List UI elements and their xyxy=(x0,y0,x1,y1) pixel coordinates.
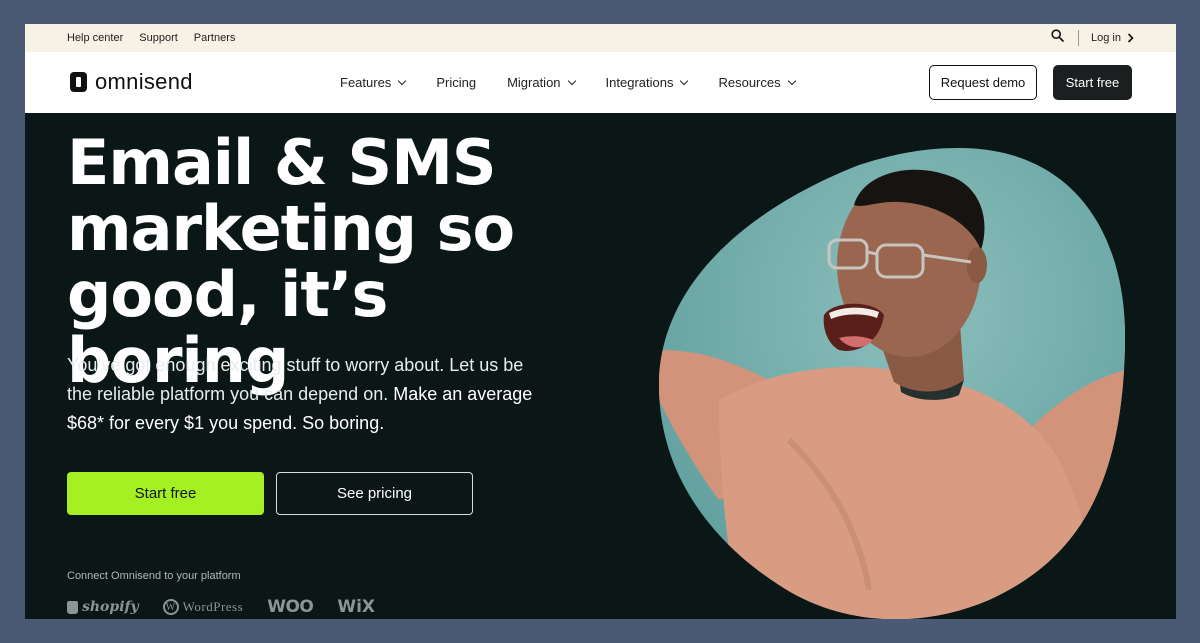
nav-item-integrations[interactable]: Integrations xyxy=(605,75,689,90)
search-icon[interactable] xyxy=(1051,29,1064,47)
start-free-hero-button[interactable]: Start free xyxy=(67,472,264,515)
omnisend-logo-icon xyxy=(70,72,87,92)
wordpress-logo[interactable]: W WordPress xyxy=(162,599,244,615)
utility-divider xyxy=(1078,30,1080,46)
omnisend-logo[interactable]: omnisend xyxy=(70,69,193,95)
nav-item-features[interactable]: Features xyxy=(340,75,407,90)
shopify-logo-text: shopify xyxy=(82,599,139,615)
chevron-down-icon xyxy=(680,76,689,86)
connect-platform-text: Connect Omnisend to your platform xyxy=(67,570,241,582)
login-label: Log in xyxy=(1091,32,1121,44)
headline-line-1: Email & SMS xyxy=(67,126,497,199)
login-link[interactable]: Log in xyxy=(1091,32,1134,44)
start-free-nav-button[interactable]: Start free xyxy=(1053,65,1132,100)
partners-link[interactable]: Partners xyxy=(194,32,236,44)
headline-line-2: marketing so xyxy=(67,192,515,265)
nav-item-label: Features xyxy=(340,75,392,90)
chevron-right-icon xyxy=(1127,33,1134,43)
utility-bar: Help center Support Partners Log in xyxy=(25,24,1176,52)
nav-item-label: Resources xyxy=(718,75,781,90)
wix-logo-text: WiX xyxy=(337,597,376,617)
chevron-down-icon xyxy=(567,76,576,86)
nav-item-migration[interactable]: Migration xyxy=(507,75,576,90)
utility-right: Log in xyxy=(1051,24,1134,52)
woo-logo-text: WOO xyxy=(267,597,314,617)
main-nav: omnisend Features Pricing Migration Inte… xyxy=(25,52,1176,113)
woo-logo[interactable]: WOO xyxy=(267,597,314,617)
chevron-down-icon xyxy=(398,76,407,86)
shopify-logo[interactable]: shopify xyxy=(67,599,139,615)
nav-item-label: Migration xyxy=(507,75,561,90)
hero-section: Email & SMS marketing so good, it’s bori… xyxy=(25,113,1176,619)
support-link[interactable]: Support xyxy=(139,32,178,44)
help-center-link[interactable]: Help center xyxy=(67,32,123,44)
logo-text: omnisend xyxy=(95,69,193,94)
platform-logos: shopify W WordPress WOO WiX xyxy=(67,597,375,617)
wix-logo[interactable]: WiX xyxy=(337,597,375,617)
browser-viewport: Help center Support Partners Log in omni… xyxy=(25,24,1176,619)
nav-menu: Features Pricing Migration Integrations … xyxy=(340,52,796,113)
shopify-bag-icon xyxy=(67,600,78,614)
wordpress-icon: W xyxy=(162,599,179,615)
wordpress-logo-text: WordPress xyxy=(182,599,244,614)
hero-subtext: You’ve got enough exciting stuff to worr… xyxy=(67,351,547,438)
nav-item-pricing[interactable]: Pricing xyxy=(436,75,476,90)
hero-photo xyxy=(659,148,1125,619)
nav-item-label: Pricing xyxy=(436,75,477,90)
chevron-down-icon xyxy=(787,76,796,86)
nav-item-resources[interactable]: Resources xyxy=(718,75,796,90)
nav-item-label: Integrations xyxy=(605,75,674,90)
request-demo-button[interactable]: Request demo xyxy=(929,65,1037,100)
see-pricing-button[interactable]: See pricing xyxy=(276,472,473,515)
